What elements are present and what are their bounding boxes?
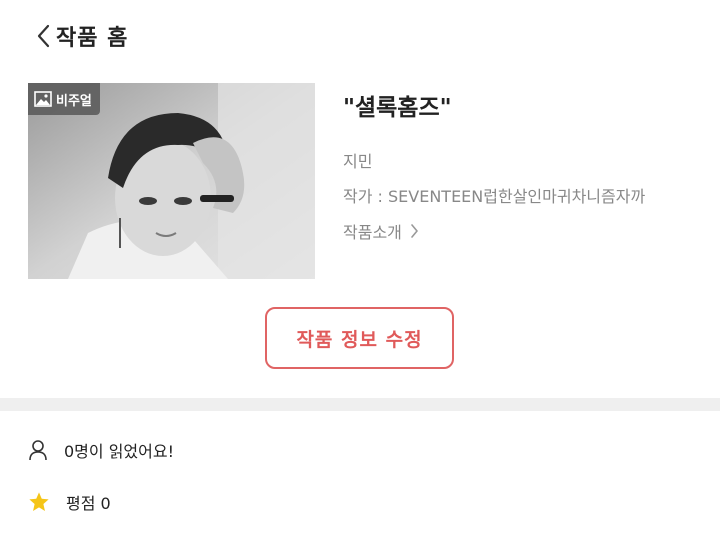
visual-badge-label: 비주얼 <box>56 93 92 109</box>
chevron-right-icon <box>411 224 418 238</box>
image-icon <box>34 91 52 107</box>
readers-count: 0명이 읽었어요! <box>64 442 174 461</box>
rating-value: 평점 0 <box>66 494 111 513</box>
person-icon <box>29 440 47 461</box>
work-title: "셜록홈즈" <box>343 95 452 121</box>
back-button[interactable] <box>30 20 58 52</box>
readers-stat: 0명이 읽었어요! <box>28 438 174 462</box>
author-name: 지민 <box>343 152 373 171</box>
work-intro-link[interactable]: 작품소개 <box>343 219 419 243</box>
app-header: 작품 홈 <box>0 0 720 72</box>
star-icon <box>29 492 49 511</box>
writer-line: 작가 : SEVENTEEN럽한살인마귀차니즘자까 <box>343 187 646 206</box>
rating-stat: 평점 0 <box>28 490 111 514</box>
work-thumbnail[interactable]: 비주얼 <box>28 83 315 279</box>
chevron-left-icon <box>37 24 50 48</box>
work-intro-label: 작품소개 <box>343 223 402 242</box>
visual-badge: 비주얼 <box>28 83 100 115</box>
page-title: 작품 홈 <box>56 26 129 51</box>
section-divider <box>0 398 720 411</box>
edit-work-info-button[interactable]: 작품 정보 수정 <box>265 307 454 369</box>
